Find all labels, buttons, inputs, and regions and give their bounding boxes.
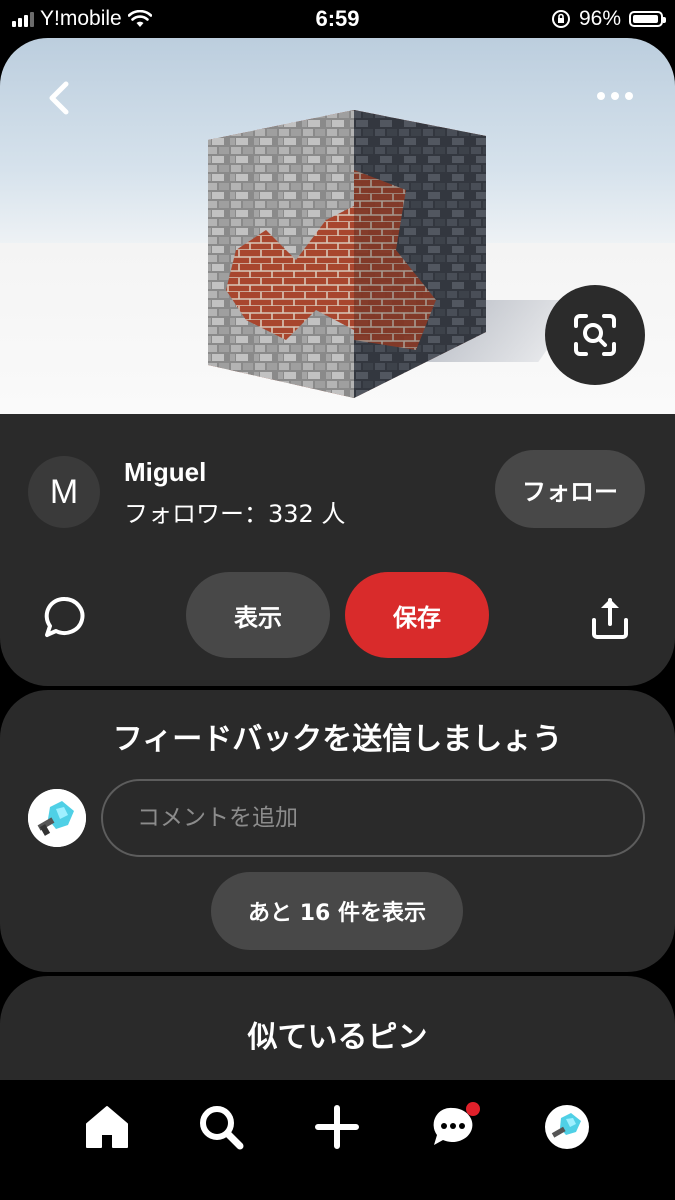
create-plus-icon <box>315 1105 359 1149</box>
status-bar: Y!mobile 6:59 96% <box>0 0 675 38</box>
tab-messages[interactable] <box>420 1094 486 1160</box>
home-icon <box>86 1106 128 1148</box>
pin-card: M Miguel フォロワー：332 人 フォロー 表示 保存 <box>0 38 675 686</box>
status-right: 96% <box>551 7 666 31</box>
comment-input[interactable] <box>101 779 645 857</box>
feedback-card: フィードバックを送信しましょう あと 16 件を表示 <box>0 690 675 972</box>
tab-home[interactable] <box>74 1094 140 1160</box>
tab-search[interactable] <box>188 1094 254 1160</box>
battery-percent: 96% <box>578 7 621 30</box>
follower-count: フォロワー：332 人 <box>124 500 346 528</box>
user-avatar-image <box>28 789 86 847</box>
battery-icon <box>629 11 666 27</box>
share-icon[interactable] <box>588 596 632 640</box>
feedback-title: フィードバックを送信しましょう <box>112 722 563 757</box>
visual-search-button[interactable] <box>545 285 645 385</box>
more-dots-icon[interactable] <box>592 84 638 108</box>
creator-row: M Miguel フォロワー：332 人 フォロー <box>28 450 648 532</box>
orientation-lock-icon <box>551 10 570 28</box>
tab-profile[interactable] <box>534 1094 600 1160</box>
visual-search-icon <box>574 314 616 356</box>
view-button[interactable]: 表示 <box>186 572 330 658</box>
bottom-tab-bar <box>0 1080 675 1200</box>
battery-fill <box>633 15 658 23</box>
follow-button[interactable]: フォロー <box>495 450 645 528</box>
user-avatar[interactable] <box>28 789 86 847</box>
tab-create[interactable] <box>304 1094 370 1160</box>
profile-avatar <box>545 1105 589 1149</box>
show-more-comments-button[interactable]: あと 16 件を表示 <box>211 872 463 950</box>
creator-name[interactable]: Miguel <box>124 457 206 488</box>
action-row: 表示 保存 <box>0 571 675 659</box>
back-arrow-icon[interactable] <box>38 76 82 120</box>
search-icon <box>200 1106 244 1150</box>
pin-image[interactable] <box>0 38 675 414</box>
save-button[interactable]: 保存 <box>345 572 489 658</box>
brick-cube-illustration <box>208 110 486 398</box>
creator-avatar[interactable]: M <box>28 456 100 528</box>
similar-pins-title: 似ているピン <box>247 1020 428 1055</box>
comment-bubble-icon[interactable] <box>42 594 88 640</box>
notification-dot <box>466 1102 480 1116</box>
